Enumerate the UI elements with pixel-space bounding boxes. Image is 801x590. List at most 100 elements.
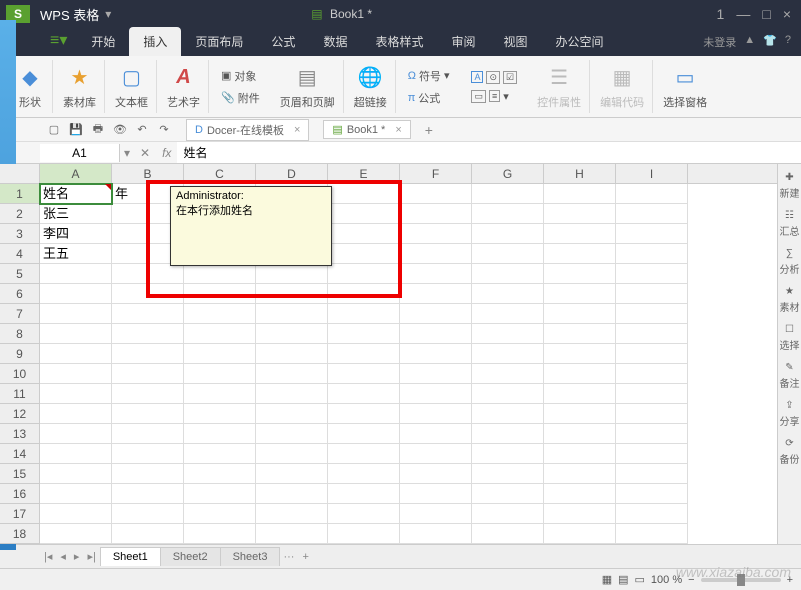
row-header[interactable]: 15 bbox=[0, 464, 40, 484]
cell[interactable] bbox=[616, 384, 688, 404]
cell[interactable] bbox=[40, 484, 112, 504]
sheet-tab-2[interactable]: Sheet2 bbox=[160, 547, 221, 566]
cell[interactable] bbox=[544, 404, 616, 424]
menu-table-style[interactable]: 表格样式 bbox=[361, 27, 437, 56]
cell[interactable] bbox=[616, 424, 688, 444]
cell[interactable] bbox=[40, 464, 112, 484]
cell[interactable] bbox=[256, 504, 328, 524]
menu-data[interactable]: 数据 bbox=[309, 27, 361, 56]
cell[interactable]: 姓名 bbox=[40, 184, 112, 204]
cell[interactable] bbox=[616, 364, 688, 384]
cell[interactable] bbox=[400, 304, 472, 324]
cell[interactable] bbox=[40, 384, 112, 404]
cell[interactable] bbox=[400, 504, 472, 524]
ribbon-control-props[interactable]: ☰ 控件属性 bbox=[529, 60, 590, 113]
cell[interactable] bbox=[328, 344, 400, 364]
cell[interactable] bbox=[400, 244, 472, 264]
cell[interactable] bbox=[616, 344, 688, 364]
cell[interactable] bbox=[472, 284, 544, 304]
menu-start[interactable]: 开始 bbox=[77, 27, 129, 56]
cell[interactable] bbox=[184, 444, 256, 464]
cell[interactable] bbox=[184, 324, 256, 344]
ribbon-hyperlink[interactable]: 🌐 超链接 bbox=[346, 60, 396, 113]
cell[interactable] bbox=[184, 404, 256, 424]
select-all-corner[interactable] bbox=[0, 164, 40, 183]
save-icon[interactable]: 💾 bbox=[68, 122, 84, 138]
cell[interactable] bbox=[616, 224, 688, 244]
side-summary[interactable]: ☷汇总 bbox=[780, 210, 800, 238]
app-menu-icon[interactable]: ≡▾ bbox=[40, 24, 77, 56]
cell[interactable] bbox=[328, 324, 400, 344]
row-header[interactable]: 2 bbox=[0, 204, 40, 224]
cell[interactable] bbox=[472, 384, 544, 404]
cell[interactable] bbox=[112, 464, 184, 484]
cell[interactable] bbox=[616, 304, 688, 324]
cell[interactable] bbox=[400, 324, 472, 344]
cell[interactable] bbox=[400, 364, 472, 384]
cell[interactable] bbox=[544, 224, 616, 244]
row-header[interactable]: 10 bbox=[0, 364, 40, 384]
redo-icon[interactable]: ↷ bbox=[156, 122, 172, 138]
cell[interactable] bbox=[472, 204, 544, 224]
row-header[interactable]: 5 bbox=[0, 264, 40, 284]
cell[interactable] bbox=[544, 504, 616, 524]
cell[interactable] bbox=[544, 184, 616, 204]
cell[interactable] bbox=[328, 424, 400, 444]
cell[interactable] bbox=[112, 324, 184, 344]
cell[interactable] bbox=[616, 184, 688, 204]
cell[interactable] bbox=[328, 184, 400, 204]
cell[interactable] bbox=[400, 204, 472, 224]
ribbon-more-controls[interactable]: ▭≡▾ bbox=[469, 88, 519, 105]
tab-nav-next[interactable]: ▸ bbox=[70, 550, 84, 563]
col-header[interactable]: H bbox=[544, 164, 616, 183]
close-button[interactable]: × bbox=[783, 6, 791, 22]
cell[interactable] bbox=[184, 364, 256, 384]
cell[interactable] bbox=[112, 364, 184, 384]
cell[interactable] bbox=[40, 284, 112, 304]
cell[interactable] bbox=[472, 524, 544, 544]
cell[interactable] bbox=[472, 424, 544, 444]
ribbon-edit-code[interactable]: ▦ 编辑代码 bbox=[592, 60, 653, 113]
tab-close-icon[interactable]: × bbox=[395, 124, 401, 136]
cell[interactable] bbox=[616, 324, 688, 344]
row-header[interactable]: 16 bbox=[0, 484, 40, 504]
cell[interactable] bbox=[184, 264, 256, 284]
cell[interactable] bbox=[256, 364, 328, 384]
row-header[interactable]: 1 bbox=[0, 184, 40, 204]
ribbon-textbox-small[interactable]: A⊙☑ bbox=[469, 69, 519, 86]
cell[interactable] bbox=[616, 504, 688, 524]
menu-formula[interactable]: 公式 bbox=[257, 27, 309, 56]
col-header[interactable]: F bbox=[400, 164, 472, 183]
cell[interactable] bbox=[400, 464, 472, 484]
row-header[interactable]: 14 bbox=[0, 444, 40, 464]
cell[interactable] bbox=[616, 484, 688, 504]
cell[interactable] bbox=[616, 244, 688, 264]
cell[interactable] bbox=[472, 464, 544, 484]
cell[interactable] bbox=[184, 424, 256, 444]
cell[interactable] bbox=[328, 484, 400, 504]
tab-add-button[interactable]: + bbox=[417, 120, 441, 140]
cell[interactable] bbox=[328, 384, 400, 404]
cell[interactable] bbox=[472, 264, 544, 284]
feedback-icon[interactable]: ▲ bbox=[744, 34, 755, 50]
dropdown-icon[interactable]: ▾ bbox=[105, 7, 111, 21]
ribbon-select-pane[interactable]: ▭ 选择窗格 bbox=[655, 60, 715, 113]
cell[interactable] bbox=[616, 464, 688, 484]
cell[interactable] bbox=[400, 444, 472, 464]
row-header[interactable]: 17 bbox=[0, 504, 40, 524]
tab-book1[interactable]: ▤Book1 *× bbox=[323, 120, 410, 139]
cell[interactable] bbox=[40, 524, 112, 544]
cell[interactable] bbox=[256, 524, 328, 544]
cell[interactable] bbox=[184, 284, 256, 304]
row-header[interactable]: 8 bbox=[0, 324, 40, 344]
row-header[interactable]: 7 bbox=[0, 304, 40, 324]
cell[interactable] bbox=[112, 484, 184, 504]
cell[interactable] bbox=[400, 384, 472, 404]
col-header[interactable]: C bbox=[184, 164, 256, 183]
cell[interactable] bbox=[328, 224, 400, 244]
cell[interactable] bbox=[184, 524, 256, 544]
cancel-fx-icon[interactable]: ✕ bbox=[134, 146, 156, 160]
cell[interactable] bbox=[328, 264, 400, 284]
cell[interactable] bbox=[184, 484, 256, 504]
cell[interactable] bbox=[256, 324, 328, 344]
